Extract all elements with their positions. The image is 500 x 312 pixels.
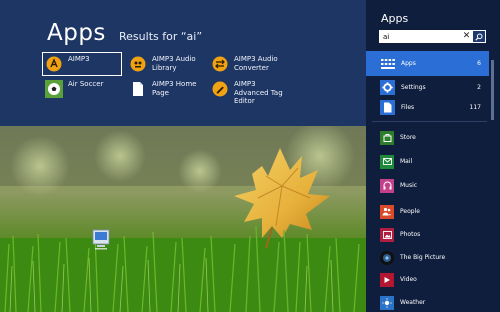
app-label: Video (400, 276, 417, 283)
files-icon (380, 100, 395, 115)
result-aimp3[interactable]: AIMP3 (42, 52, 122, 76)
app-label: Mail (400, 158, 413, 165)
app-photos[interactable]: Photos (366, 225, 489, 244)
search-box: ✕ (379, 30, 486, 43)
video-icon (380, 272, 394, 287)
result-aimp3-audio-converter[interactable]: AIMP3 Audio Converter (209, 53, 289, 75)
search-results-panel: Apps Results for “ai” AIMP3 AIMP3 Audio … (0, 0, 366, 126)
scope-apps[interactable]: Apps 6 (366, 51, 489, 76)
search-icon (475, 33, 483, 41)
app-the-big-picture[interactable]: The Big Picture (366, 248, 489, 267)
scope-label: Apps (401, 60, 416, 67)
big-picture-icon (380, 250, 394, 265)
aimp-icon (45, 55, 63, 73)
results-heading: Apps Results for “ai” (47, 20, 202, 50)
app-label: Weather (400, 299, 426, 306)
result-label: AIMP3 (68, 55, 90, 63)
charm-scrollbar[interactable] (491, 60, 494, 120)
app-label: Photos (400, 231, 421, 238)
result-air-soccer[interactable]: Air Soccer (43, 78, 121, 100)
clear-search-button[interactable]: ✕ (460, 30, 473, 43)
settings-gear-icon (380, 80, 395, 95)
result-label: Air Soccer (68, 80, 104, 88)
result-label: AIMP3 Audio Library (152, 55, 196, 72)
headphones-icon (380, 178, 394, 193)
app-label: Store (400, 134, 416, 141)
store-icon (380, 130, 394, 145)
result-label: AIMP3 Advanced Tag Editor (234, 80, 283, 105)
app-weather[interactable]: Weather (366, 293, 489, 312)
scope-count: 117 (469, 104, 481, 111)
soccer-ball-icon (45, 80, 63, 98)
app-people[interactable]: People (366, 202, 489, 221)
app-music[interactable]: Music (366, 176, 489, 195)
result-aimp3-advanced-tag-editor[interactable]: AIMP3 Advanced Tag Editor (209, 78, 289, 105)
app-store[interactable]: Store (366, 128, 489, 147)
app-label: The Big Picture (400, 254, 446, 261)
scope-count: 2 (477, 84, 481, 91)
charm-divider (372, 121, 487, 122)
weather-icon (380, 295, 394, 310)
charm-title: Apps (381, 12, 409, 25)
scope-label: Settings (401, 84, 426, 91)
scope-count: 6 (477, 60, 481, 67)
scope-files[interactable]: Files 117 (366, 95, 489, 120)
photos-icon (380, 227, 394, 242)
app-label: Music (400, 182, 418, 189)
app-label: People (400, 208, 420, 215)
aimp-audio-converter-icon (211, 55, 229, 73)
result-aimp3-audio-library[interactable]: AIMP3 Audio Library (127, 53, 205, 75)
people-icon (380, 204, 394, 219)
scope-label: Files (401, 104, 415, 111)
app-video[interactable]: Video (366, 270, 489, 289)
mail-icon (380, 154, 394, 169)
aimp-tag-editor-icon (211, 80, 229, 98)
results-subtitle: Results for “ai” (119, 30, 203, 43)
apps-grid-icon (380, 56, 395, 71)
result-label: AIMP3 Home Page (152, 80, 197, 97)
desktop-wallpaper (0, 126, 366, 312)
aimp-audio-library-icon (129, 55, 147, 73)
desktop-shortcut-icon[interactable] (88, 226, 114, 252)
search-go-button[interactable] (473, 31, 485, 42)
results-title: Apps (47, 20, 106, 46)
search-input[interactable] (379, 30, 460, 43)
result-label: AIMP3 Audio Converter (234, 55, 278, 72)
document-icon (129, 80, 147, 98)
app-mail[interactable]: Mail (366, 152, 489, 171)
result-aimp3-home-page[interactable]: AIMP3 Home Page (127, 78, 205, 100)
